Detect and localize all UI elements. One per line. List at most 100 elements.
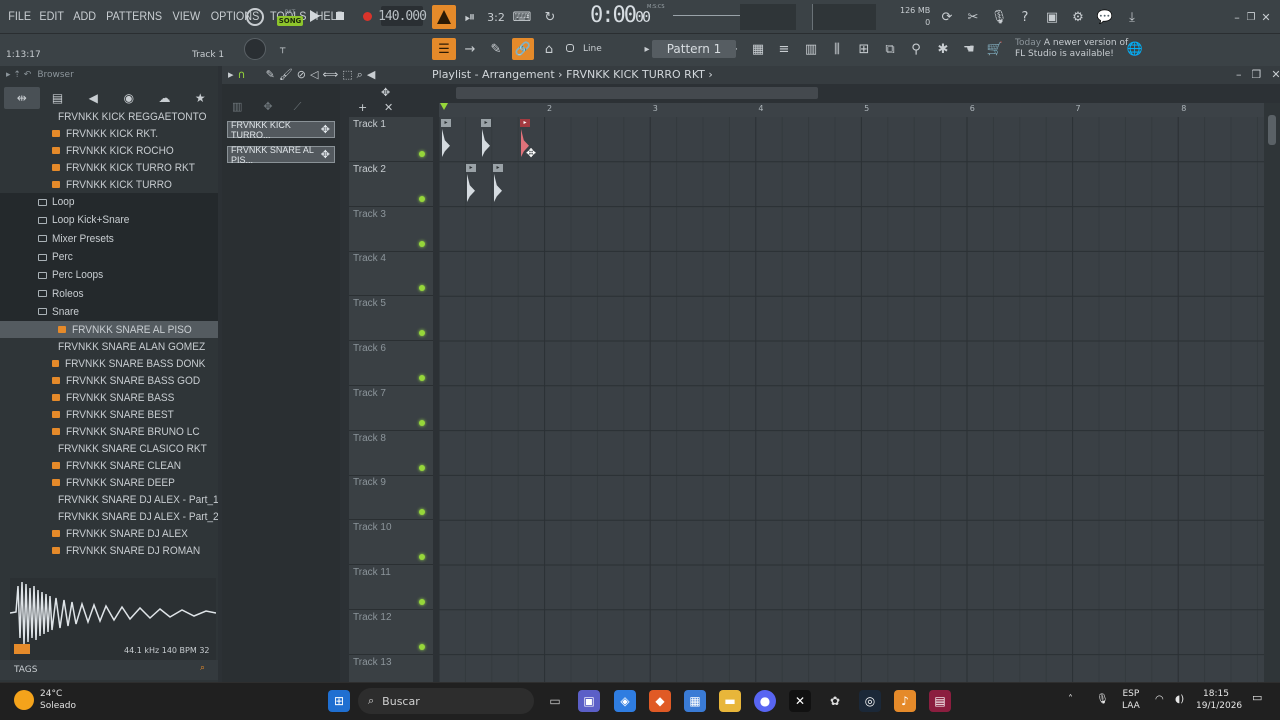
browser-file[interactable]: FRVNKK SNARE DJ ROMAN (0, 542, 218, 559)
browser-file[interactable]: FRVNKK SNARE BASS GOD (0, 372, 218, 389)
browser-file[interactable]: FRVNKK SNARE ALAN GOMEZ (0, 338, 218, 355)
browser-file[interactable]: FRVNKK SNARE DJ ALEX - Part_1 (0, 491, 218, 508)
stop-button[interactable] (331, 7, 349, 25)
playlist-menu-arrow-icon[interactable]: ▸ (228, 68, 234, 82)
track-header[interactable]: Track 12 (349, 610, 433, 655)
track-mute-led[interactable] (419, 285, 425, 292)
mic-tray-icon[interactable]: 🎙 (1096, 694, 1109, 706)
close-icon[interactable]: ✕ (1271, 68, 1280, 81)
browser-file[interactable]: FRVNKK SNARE BRUNO LC (0, 423, 218, 440)
menu-patterns[interactable]: PATTERNS (103, 9, 164, 23)
store-icon[interactable]: ▦ (684, 690, 706, 712)
shop-icon[interactable]: 🛒 (984, 38, 1006, 60)
browser-file[interactable]: FRVNKK SNARE CLEAN (0, 457, 218, 474)
picker-item-snare[interactable]: FRVNKK SNARE AL PIS... ✥ (227, 145, 335, 165)
track-header[interactable]: Track 4 (349, 251, 433, 297)
browser-file[interactable]: FRVNKK SNARE BASS DONK (0, 355, 218, 372)
microphone-icon[interactable]: 🎙 (988, 6, 1010, 28)
picker-item-kick[interactable]: FRVNKK KICK TURRO... ✥ (227, 120, 335, 140)
move-view-icon[interactable]: ✥ (381, 86, 390, 99)
plug-icon[interactable]: ⚲ (905, 38, 927, 60)
news-panel[interactable]: Today A newer version of FL Studio is av… (1015, 38, 1128, 60)
track-mute-led[interactable] (419, 554, 425, 561)
fl-studio-icon[interactable]: ♪ (894, 690, 916, 712)
track-mute-led[interactable] (419, 375, 425, 381)
snap-selector[interactable]: Line (583, 44, 602, 54)
loop-record-button[interactable]: ↻ (539, 6, 561, 28)
menu-add[interactable]: ADD (70, 9, 98, 23)
slip-tool-icon[interactable]: ⟺ (322, 68, 338, 82)
track-header[interactable]: Track 3 (349, 207, 433, 252)
refresh-icon[interactable]: ⟳ (936, 6, 958, 28)
weather-widget[interactable]: 24°C Soleado (14, 688, 76, 712)
edison-icon[interactable]: ✱ (932, 38, 954, 60)
sample-play-icon[interactable] (14, 644, 30, 654)
browser-file[interactable]: FRVNKK SNARE BEST (0, 406, 218, 423)
browser-folder[interactable]: Loop Kick+Snare (0, 211, 218, 230)
faders-icon[interactable]: ⫼ (826, 38, 848, 60)
tempo-display[interactable]: 140.000 (378, 6, 427, 26)
piano-roll-icon[interactable]: ▥ (800, 38, 822, 60)
scroll-thumb[interactable] (1268, 115, 1276, 145)
browser-folder[interactable]: Perc (0, 247, 218, 267)
zoom-tool-icon[interactable]: ⌕ (357, 68, 363, 82)
time-display[interactable]: 0:0000 (590, 3, 651, 28)
browser-folder[interactable]: Loop (0, 193, 218, 212)
teams-icon[interactable]: ▣ (578, 690, 600, 712)
record-button[interactable] (358, 7, 376, 25)
arrow-right-icon[interactable]: → (459, 38, 481, 60)
browser-folder[interactable]: Roleos (0, 284, 218, 303)
track-header[interactable]: Track 9 (349, 475, 433, 521)
explorer-icon[interactable]: ▬ (719, 690, 741, 712)
snap-magnet-icon[interactable]: ∩ (238, 68, 246, 82)
add-track-icon[interactable]: + (358, 101, 367, 114)
close-app-button[interactable]: ✕ (1255, 6, 1277, 28)
winrar-icon[interactable]: ▤ (929, 690, 951, 712)
browser-file[interactable]: FRVNKK KICK ROCHO (0, 142, 218, 159)
step-edit-button[interactable]: ⌨ (511, 6, 533, 28)
browser-file[interactable]: FRVNKK KICK TURRO RKT (0, 159, 218, 176)
track-mute-led[interactable] (419, 330, 425, 337)
track-mute-led[interactable] (419, 643, 425, 650)
track-header[interactable]: Track 11 (349, 565, 433, 610)
bell-icon[interactable]: ⌂ (538, 38, 560, 60)
track-header[interactable]: Track 1 (349, 117, 433, 162)
playhead-marker[interactable] (440, 103, 448, 110)
track-mute-led[interactable] (419, 464, 425, 471)
browser-files-tab[interactable]: ▤ (40, 87, 76, 109)
tray-expand-icon[interactable]: ˄ (1068, 694, 1073, 706)
save-icon[interactable]: ▣ (1041, 6, 1063, 28)
track-header[interactable]: Track 5 (349, 296, 433, 342)
browser-globe-tab[interactable]: ◉ (111, 87, 147, 109)
master-volume-slider[interactable] (673, 15, 741, 16)
browser-folder[interactable]: Perc Loops (0, 266, 218, 285)
capcut-icon[interactable]: ✕ (789, 690, 811, 712)
steam-icon[interactable]: ◎ (859, 690, 881, 712)
browser-folder[interactable]: Snare (0, 302, 218, 322)
touch-icon[interactable]: ☚ (958, 38, 980, 60)
paint-tool-icon[interactable]: 🖌 (279, 68, 293, 82)
browser-all-tab[interactable]: ⇹ (4, 87, 40, 109)
notification-icon[interactable]: ▭ (1252, 692, 1262, 704)
remove-track-icon[interactable]: ✕ (384, 101, 393, 114)
browser-nav-icon[interactable]: ▸ ⇡ ↶ (6, 70, 31, 80)
wifi-icon[interactable]: ◠ (1155, 694, 1164, 706)
pattern-selector[interactable]: Pattern 1 (652, 40, 736, 58)
browser-folder[interactable]: Mixer Presets (0, 229, 218, 248)
tags-bar[interactable]: TAGS ⌕ (0, 660, 218, 680)
menu-view[interactable]: VIEW (170, 9, 203, 23)
restore-icon[interactable]: ❐ (1252, 68, 1262, 81)
timeline-ruler[interactable] (439, 103, 1264, 117)
download-icon[interactable]: ⤓ (1121, 6, 1143, 28)
track-mute-led[interactable] (419, 240, 425, 247)
start-button[interactable]: ⊞ (328, 690, 350, 712)
browser-file[interactable]: FRVNKK SNARE CLASICO RKT (0, 440, 218, 457)
draw-tool-icon[interactable]: ✎ (485, 38, 507, 60)
browser-file[interactable]: FRVNKK SNARE BASS (0, 389, 218, 406)
mute-tool-icon[interactable]: ◁ (310, 68, 318, 82)
delete-tool-icon[interactable]: ⊘ (297, 68, 306, 82)
track-header[interactable]: Track 7 (349, 386, 433, 431)
pattern-song-toggle[interactable]: PAT SONG (276, 5, 304, 29)
search-icon[interactable]: ⌕ (200, 663, 205, 673)
taskbar-search[interactable]: ⌕ Buscar (358, 688, 534, 714)
